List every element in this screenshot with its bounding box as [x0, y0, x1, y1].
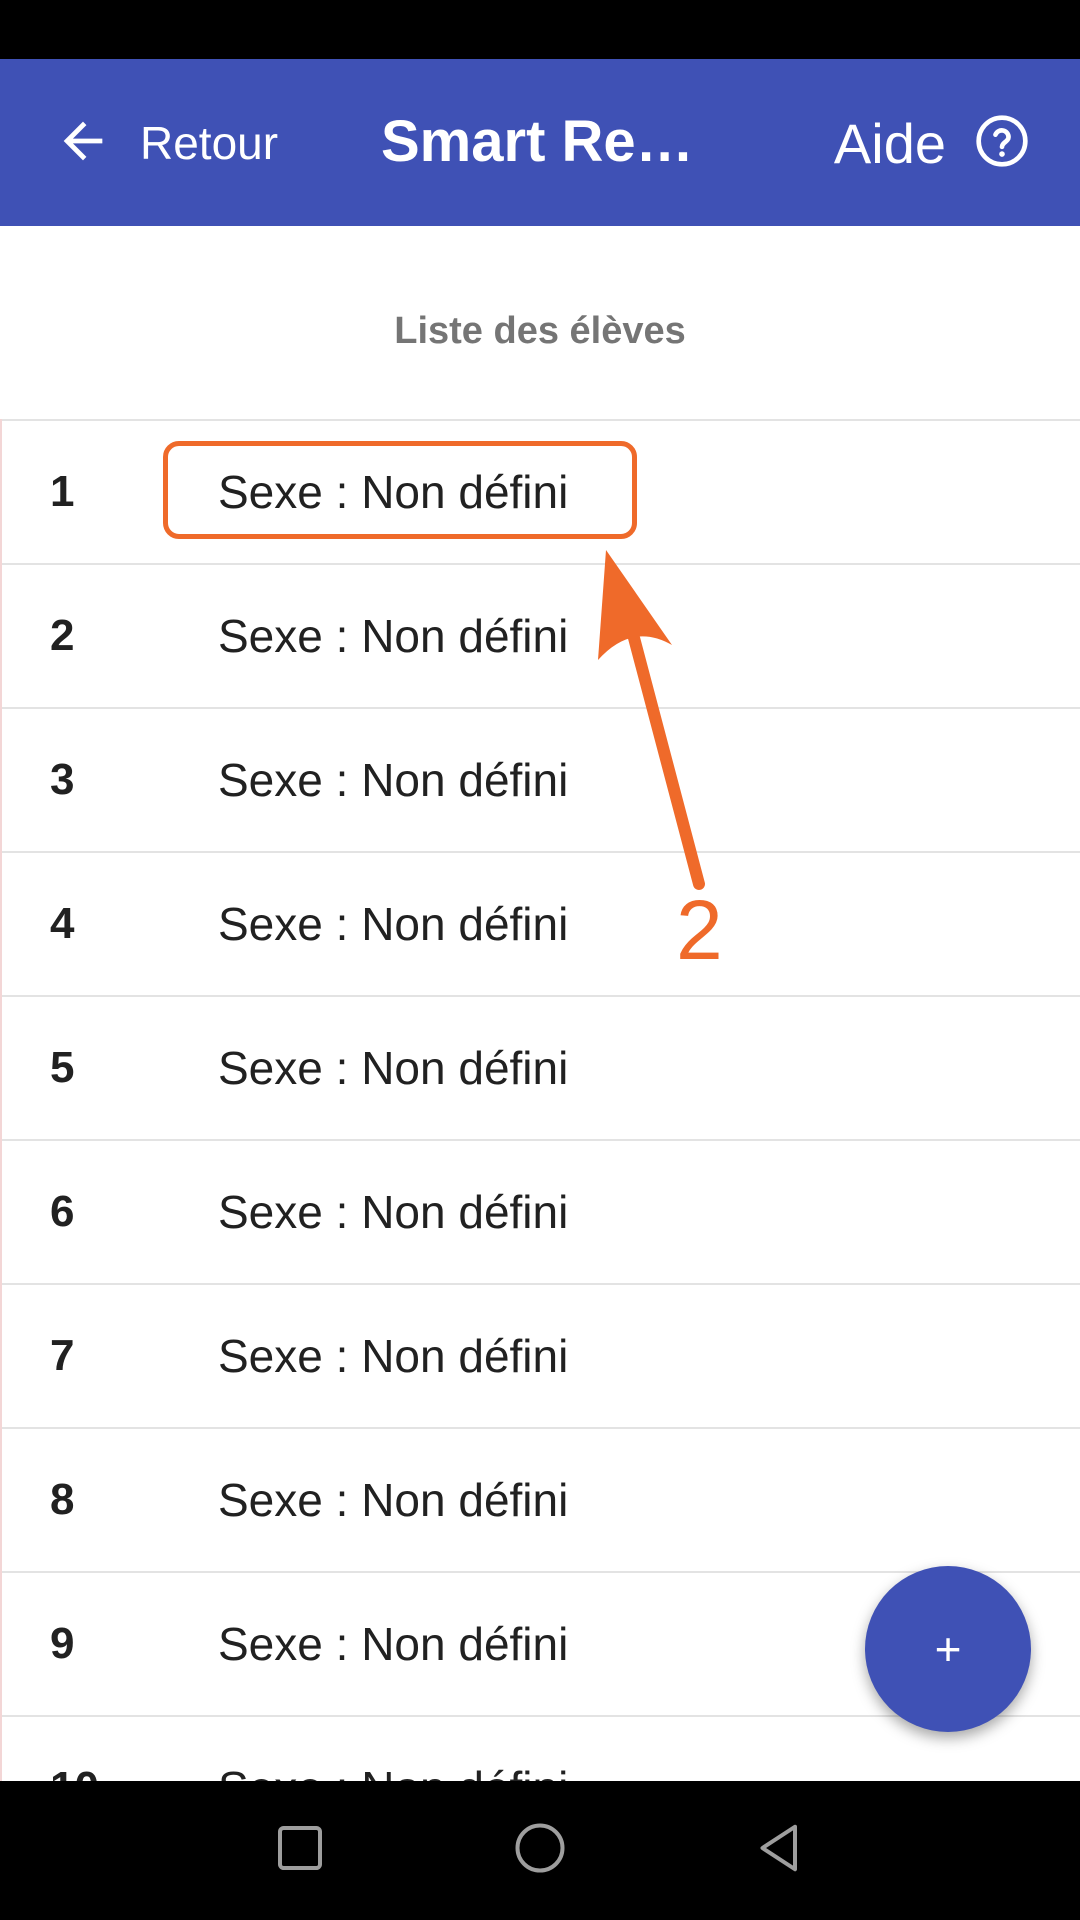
row-number: 7	[50, 1331, 75, 1380]
list-item[interactable]: 2 Sexe : Non défini	[2, 563, 1080, 707]
plus-icon: +	[934, 1623, 962, 1675]
arrow-left-icon	[54, 112, 112, 175]
list-item[interactable]: 6 Sexe : Non défini	[2, 1139, 1080, 1283]
list-item[interactable]: 5 Sexe : Non défini	[2, 995, 1080, 1139]
help-button[interactable]: Aide	[834, 99, 1030, 187]
list-item[interactable]: 4 Sexe : Non défini	[2, 851, 1080, 995]
row-number: 3	[50, 755, 75, 804]
row-sex-label: Sexe : Non défini	[218, 1618, 569, 1670]
row-number: 1	[50, 467, 75, 516]
list-header: Liste des élèves	[394, 310, 686, 352]
row-number: 8	[50, 1475, 75, 1524]
help-label: Aide	[833, 111, 946, 175]
home-button[interactable]	[480, 1781, 600, 1920]
status-bar	[0, 0, 1080, 59]
row-number: 10	[50, 1717, 99, 1781]
row-number: 4	[50, 899, 75, 948]
list-item[interactable]: 7 Sexe : Non défini	[2, 1283, 1080, 1427]
app-title: Smart Regi...	[381, 109, 721, 174]
row-sex-label: Sexe : Non défini	[218, 898, 569, 950]
list-item[interactable]: 8 Sexe : Non défini	[2, 1427, 1080, 1571]
list-item[interactable]: 1 Sexe : Non défini	[2, 419, 1080, 563]
navigation-bar	[0, 1781, 1080, 1920]
row-number: 9	[50, 1619, 75, 1668]
row-sex-label: Sexe : Non défini	[218, 754, 569, 806]
back-button[interactable]: Retour	[54, 99, 278, 187]
back-label: Retour	[140, 117, 279, 169]
row-sex-label: Sexe : Non défini	[218, 610, 569, 662]
screen: Retour Smart Regi... Aide Liste des élèv…	[0, 0, 1080, 1920]
add-student-button[interactable]: +	[865, 1566, 1031, 1732]
triangle-back-icon	[750, 1818, 810, 1883]
recent-apps-button[interactable]	[240, 1781, 360, 1920]
back-nav-button[interactable]	[720, 1781, 840, 1920]
row-number: 2	[50, 611, 75, 660]
help-circle-icon	[974, 113, 1030, 174]
annotation-label: 2	[676, 883, 723, 977]
circle-icon	[510, 1818, 570, 1883]
row-sex-label: Sexe : Non défini	[218, 1330, 569, 1382]
row-sex-label: Sexe : Non défini	[218, 1186, 569, 1238]
square-icon	[270, 1818, 330, 1883]
row-sex-label: Sexe : Non défini	[218, 1474, 569, 1526]
row-number: 6	[50, 1187, 75, 1236]
row-number: 5	[50, 1043, 75, 1092]
row-sex-label: Sexe : Non défini	[218, 466, 569, 518]
list-item[interactable]: 3 Sexe : Non défini	[2, 707, 1080, 851]
row-sex-label: Sexe : Non défini	[218, 1042, 569, 1094]
row-sex-label: Sexe : Non défini	[218, 1717, 568, 1781]
app-bar: Retour Smart Regi... Aide	[0, 59, 1080, 226]
